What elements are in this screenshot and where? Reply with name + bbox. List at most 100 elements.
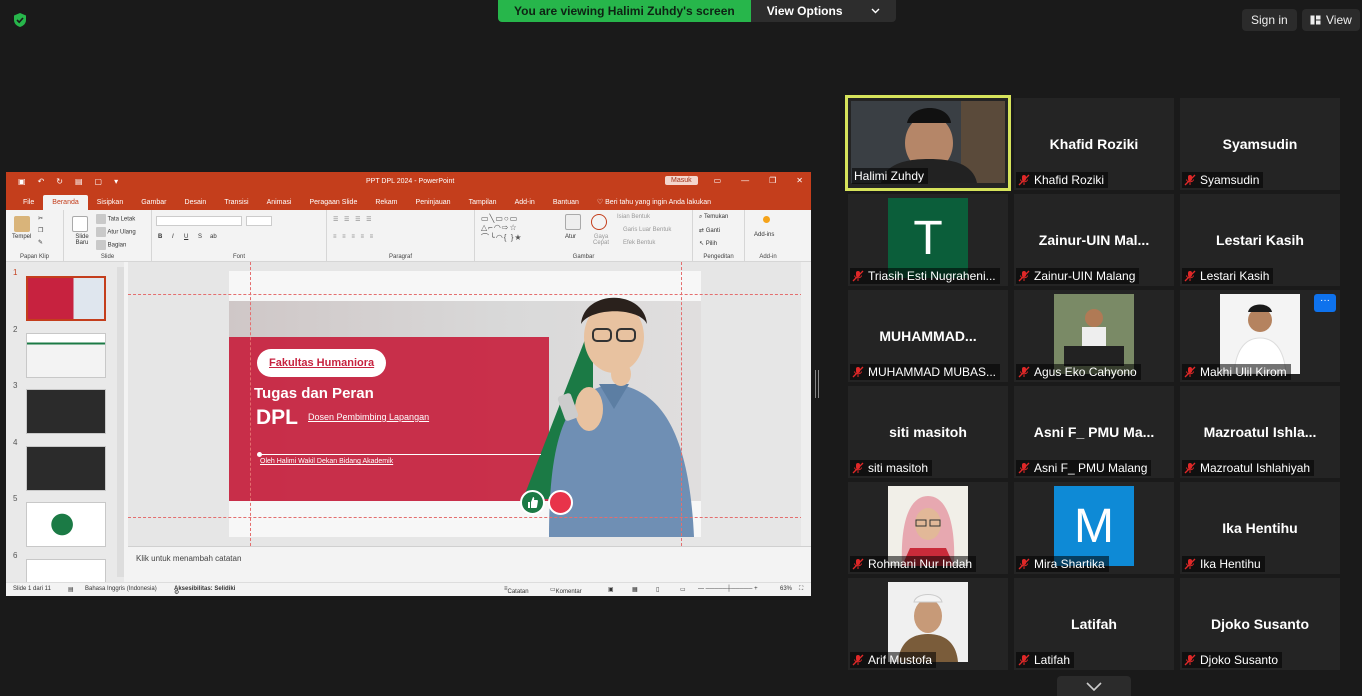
- layout-button[interactable]: Tata Letak: [96, 214, 135, 224]
- ribbon-tab[interactable]: Tampilan: [460, 195, 506, 210]
- slideshow-icon[interactable]: ▭: [680, 586, 686, 593]
- gallery-next-page-button[interactable]: [1057, 676, 1131, 696]
- add-ins-icon[interactable]: [763, 216, 770, 223]
- reset-button[interactable]: Atur Ulang: [96, 227, 136, 237]
- select-button[interactable]: ↖ Pilih: [699, 240, 717, 247]
- sign-in-ppt-button[interactable]: Masuk: [665, 176, 698, 185]
- split-resize-handle[interactable]: [815, 370, 819, 398]
- slide-sorter-icon[interactable]: ▦: [632, 586, 638, 593]
- cut-icon[interactable]: ✂: [38, 215, 43, 222]
- participant-tile[interactable]: Djoko Susanto Djoko Susanto: [1180, 578, 1340, 670]
- underline-button[interactable]: U: [184, 234, 188, 240]
- shape-fill-button[interactable]: Isian Bentuk: [617, 214, 650, 220]
- slide-thumbnail[interactable]: [26, 445, 106, 491]
- participant-tile[interactable]: Syamsudin Syamsudin: [1180, 98, 1340, 190]
- participant-tile[interactable]: Latifah Latifah: [1014, 578, 1174, 670]
- customize-icon[interactable]: ▾: [114, 177, 118, 186]
- sign-in-button[interactable]: Sign in: [1242, 9, 1297, 31]
- fit-slide-icon[interactable]: ⛶: [799, 586, 803, 593]
- ribbon-tab[interactable]: Animasi: [258, 195, 301, 210]
- italic-button[interactable]: I: [172, 234, 174, 240]
- strikethrough-button[interactable]: ab: [210, 234, 217, 240]
- paste-label[interactable]: Tempel: [12, 234, 31, 240]
- view-options-button[interactable]: View Options: [750, 0, 896, 22]
- spellcheck-icon[interactable]: ▤: [68, 586, 74, 593]
- notes-pane[interactable]: Klik untuk menambah catatan: [128, 546, 811, 582]
- shadow-button[interactable]: S: [198, 234, 202, 240]
- participant-tile[interactable]: Rohmani Nur Indah: [848, 482, 1008, 574]
- replace-button[interactable]: ⇄ Ganti: [699, 227, 720, 234]
- slide-title-line2[interactable]: DPL: [256, 406, 298, 430]
- thumbnails-scrollbar[interactable]: [117, 267, 124, 577]
- paste-icon[interactable]: [14, 216, 30, 232]
- view-button[interactable]: View: [1302, 9, 1360, 31]
- participant-tile[interactable]: M Mira Shartika: [1014, 482, 1174, 574]
- minimize-icon[interactable]: —: [741, 176, 749, 185]
- new-slide-label[interactable]: Slide Baru: [70, 234, 94, 246]
- slide-thumbnail[interactable]: [26, 389, 106, 434]
- copy-icon[interactable]: ❐: [38, 227, 43, 234]
- like-reaction-icon[interactable]: [520, 490, 545, 515]
- comments-toggle[interactable]: ▭ Komentar: [550, 586, 582, 595]
- participant-tile[interactable]: T Triasih Esti Nugraheni...: [848, 194, 1008, 286]
- ribbon-tab[interactable]: Add-in: [506, 195, 544, 210]
- security-shield-icon[interactable]: [12, 12, 28, 28]
- align-buttons-icon[interactable]: ≡ ≡ ≡ ≡ ≡: [333, 234, 375, 240]
- ribbon-tab[interactable]: Transisi: [215, 195, 257, 210]
- reading-view-icon[interactable]: ▯: [656, 586, 659, 593]
- ribbon-tab[interactable]: Sisipkan: [88, 195, 132, 210]
- participant-tile[interactable]: ··· Makhi Ulil Kirom: [1180, 290, 1340, 382]
- ribbon-tab[interactable]: Beranda: [43, 195, 88, 210]
- participant-tile[interactable]: Ika Hentihu Ika Hentihu: [1180, 482, 1340, 574]
- slide-thumbnail[interactable]: [26, 502, 106, 547]
- close-icon[interactable]: ✕: [796, 176, 803, 185]
- participant-tile[interactable]: Lestari Kasih Lestari Kasih: [1180, 194, 1340, 286]
- shapes-gallery-icon[interactable]: ▭╲▭○▭ △⌐◠⇨☆ ⌒╰◠{ }★: [481, 214, 523, 243]
- slide-title-subtitle[interactable]: Dosen Pembimbing Lapangan: [308, 412, 429, 422]
- slide-thumbnail[interactable]: [26, 332, 106, 378]
- font-name-input[interactable]: [156, 216, 242, 226]
- ribbon-tab[interactable]: Peragaan Slide: [300, 195, 366, 210]
- new-icon[interactable]: ▢: [95, 177, 103, 186]
- zoom-slider[interactable]: — ─────┼───── +: [698, 586, 758, 592]
- quick-styles-label[interactable]: Gaya Cepat: [589, 234, 613, 246]
- quick-styles-icon[interactable]: [591, 214, 607, 230]
- participant-tile[interactable]: Agus Eko Cahyono: [1014, 290, 1174, 382]
- add-ins-label[interactable]: Add-ins: [754, 232, 774, 238]
- shape-effects-button[interactable]: Efek Bentuk: [623, 240, 655, 246]
- slide-scrollbar[interactable]: [801, 262, 811, 546]
- participant-tile[interactable]: Khafid Roziki Khafid Roziki: [1014, 98, 1174, 190]
- ribbon-tab[interactable]: Bantuan: [544, 195, 588, 210]
- save-icon[interactable]: ▣: [18, 177, 26, 186]
- ribbon-tab[interactable]: Peninjauan: [407, 195, 460, 210]
- notes-toggle[interactable]: ≡ Catatan: [504, 586, 529, 595]
- shape-outline-button[interactable]: Garis Luar Bentuk: [623, 227, 671, 233]
- normal-view-icon[interactable]: ▣: [608, 586, 614, 593]
- arrange-icon[interactable]: [565, 214, 581, 230]
- zoom-level[interactable]: 63%: [780, 586, 792, 592]
- bold-button[interactable]: B: [158, 234, 162, 240]
- list-buttons-icon[interactable]: ☰ ☰ ☰ ☰: [333, 216, 374, 223]
- participant-tile[interactable]: Mazroatul Ishla... Mazroatul Ishlahiyah: [1180, 386, 1340, 478]
- participant-tile[interactable]: MUHAMMAD... MUHAMMAD MUBAS...: [848, 290, 1008, 382]
- slide-byline[interactable]: Oleh Halimi Wakil Dekan Bidang Akademik: [260, 458, 393, 465]
- slide-thumbnail[interactable]: [26, 276, 106, 321]
- ribbon-tab[interactable]: Rekam: [366, 195, 406, 210]
- more-options-button[interactable]: ···: [1314, 294, 1336, 312]
- present-icon[interactable]: ▤: [75, 177, 83, 186]
- ribbon-tab[interactable]: Gambar: [132, 195, 175, 210]
- ribbon-display-icon[interactable]: ▭: [714, 176, 722, 185]
- restore-icon[interactable]: ❐: [769, 176, 776, 185]
- arrange-label[interactable]: Atur: [565, 234, 576, 240]
- participant-tile[interactable]: Arif Mustofa: [848, 578, 1008, 670]
- font-size-input[interactable]: [246, 216, 272, 226]
- new-slide-icon[interactable]: [72, 216, 88, 232]
- section-button[interactable]: Bagian: [96, 240, 126, 250]
- participant-tile[interactable]: siti masitoh siti masitoh: [848, 386, 1008, 478]
- accessibility-status[interactable]: ⚙ Aksesibilitas: Selidiki: [174, 586, 235, 596]
- tell-me-search[interactable]: ♡ Beri tahu yang ingin Anda lakukan: [588, 194, 720, 210]
- current-slide[interactable]: Fakultas Humaniora Tugas dan Peran DPL D…: [229, 271, 701, 537]
- participant-tile[interactable]: Zainur-UIN Mal... Zainur-UIN Malang: [1014, 194, 1174, 286]
- ribbon-tab[interactable]: File: [14, 195, 43, 210]
- participant-tile[interactable]: Halimi Zuhdy: [845, 95, 1011, 191]
